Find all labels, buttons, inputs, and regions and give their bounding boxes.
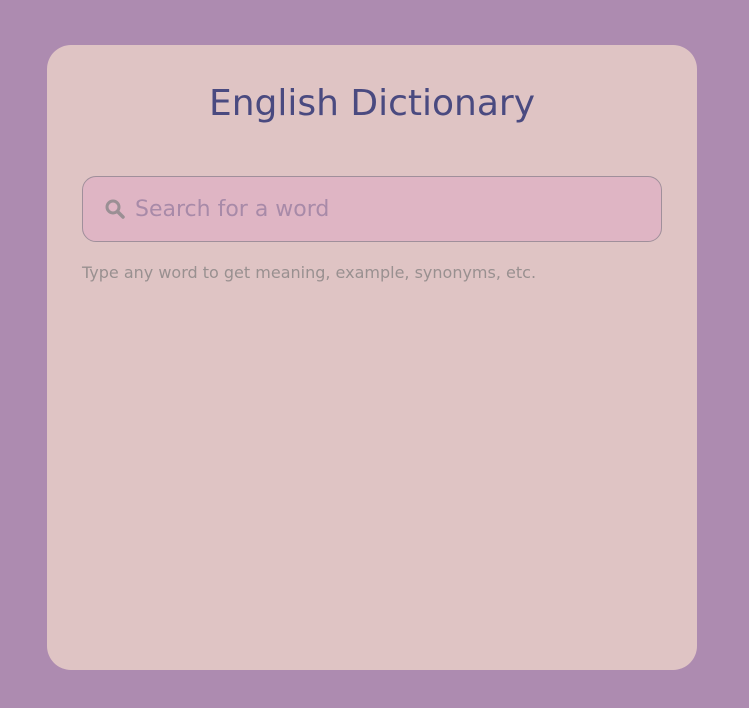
search-icon [103,197,127,221]
hint-text: Type any word to get meaning, example, s… [82,263,537,282]
search-box[interactable] [82,176,662,242]
dictionary-card: English Dictionary Type any word to get … [47,45,697,670]
search-input[interactable] [135,177,645,241]
app-title: English Dictionary [208,83,536,124]
